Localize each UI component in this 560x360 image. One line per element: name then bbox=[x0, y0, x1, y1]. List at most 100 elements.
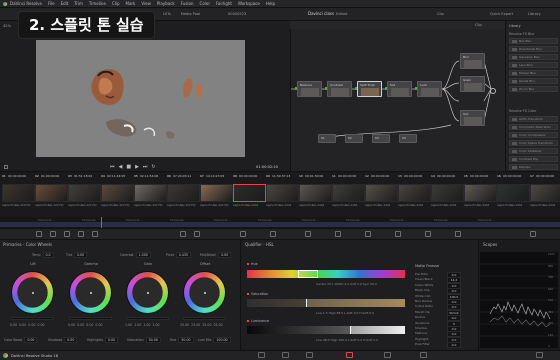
tracker-icon[interactable] bbox=[305, 231, 311, 237]
toolbar-luts[interactable]: LUTs bbox=[163, 12, 171, 16]
node-2[interactable]: Contrast bbox=[327, 81, 352, 97]
matte-finesse-row[interactable]: Blur Radius 0.0 bbox=[415, 299, 475, 305]
menu-timeline[interactable]: Timeline bbox=[89, 1, 106, 6]
small-node-3[interactable]: 03 bbox=[372, 134, 390, 143]
library-section-blur[interactable]: Resolve FX Blur bbox=[509, 32, 535, 36]
clip-thumbnail[interactable]: 16 00:00:00:00 Apple ProRes 4444 bbox=[497, 174, 530, 212]
node-5[interactable]: Look bbox=[417, 81, 442, 97]
matte-finesse-row[interactable]: Clean Black 14.2 bbox=[415, 277, 475, 284]
menu-fairlight[interactable]: Fairlight bbox=[216, 1, 232, 6]
highlights-value[interactable]: 0.00 bbox=[105, 337, 119, 343]
menu-edit[interactable]: Edit bbox=[61, 1, 69, 6]
node-8[interactable]: Out bbox=[460, 110, 485, 126]
node-6[interactable]: Blur bbox=[460, 53, 485, 69]
fx-item[interactable]: Radial Blur bbox=[509, 78, 558, 84]
gamma-wheel[interactable] bbox=[69, 271, 112, 314]
rgb-mixer-icon[interactable] bbox=[78, 231, 84, 237]
menu-trim[interactable]: Trim bbox=[74, 1, 83, 6]
clip-thumbnail[interactable]: 11 00:00:00:00 Apple ProRes 4444 bbox=[332, 174, 365, 212]
page-edit-icon[interactable] bbox=[282, 352, 289, 358]
clip-thumbnail[interactable]: 04 02:11:44:05 Apple ProRes 422 HQ bbox=[101, 174, 134, 212]
waveform-scope[interactable] bbox=[480, 252, 558, 348]
page-cut-icon[interactable] bbox=[258, 352, 265, 358]
fx-item[interactable]: Gaussian Blur bbox=[509, 54, 558, 60]
clip-thumbnail[interactable]: 08 00:00:00:00 Apple ProRes 4444 bbox=[233, 174, 266, 212]
fx-item[interactable]: Lens Blur bbox=[509, 62, 558, 68]
clip-thumbnail[interactable]: 07 14:10:23:05 Apple ProRes 422 HQ bbox=[200, 174, 233, 212]
matte-finesse-row[interactable]: Shadow 0.0 bbox=[415, 326, 475, 332]
matte-finesse-row[interactable]: Post-Filter 0.0 bbox=[415, 342, 475, 349]
temp-param[interactable]: Temp 0.0 bbox=[32, 252, 54, 258]
fx-item[interactable]: ACES Transform bbox=[509, 116, 558, 122]
clip-thumbnail[interactable]: 17 00:00:00:00 Apple ProRes 4444 bbox=[530, 174, 560, 212]
matte-finesse-row[interactable]: Clean White 0.0 bbox=[415, 282, 475, 289]
toolbar-media-pool[interactable]: Media Pool bbox=[181, 12, 200, 16]
node-3[interactable]: Split Tone bbox=[357, 81, 382, 97]
clip-thumbnail[interactable]: 10 00:01:30:00 Apple ProRes 4444 bbox=[299, 174, 332, 212]
gain-wheel[interactable] bbox=[126, 271, 169, 314]
offset-wheel[interactable] bbox=[183, 271, 226, 314]
pivot-param[interactable]: Pivot 0.435 bbox=[166, 252, 191, 258]
menu-clip[interactable]: Clip bbox=[112, 1, 120, 6]
fx-item[interactable]: Dehaze bbox=[509, 164, 558, 170]
camera-raw-icon[interactable] bbox=[36, 231, 42, 237]
sizing-icon[interactable] bbox=[425, 231, 431, 237]
menu-color[interactable]: Color bbox=[200, 1, 210, 6]
menu-fusion[interactable]: Fusion bbox=[181, 1, 194, 6]
fx-item[interactable]: Zoom Blur bbox=[509, 86, 558, 92]
library-section-color[interactable]: Resolve FX Color bbox=[509, 109, 537, 113]
timeline-track[interactable] bbox=[0, 222, 560, 227]
transport-controls-icon[interactable]: ⏮◀■▶⏭↻ bbox=[110, 164, 160, 170]
fx-item[interactable]: Color Compressor bbox=[509, 132, 558, 138]
gamma-master-slider[interactable] bbox=[69, 317, 112, 320]
node-7[interactable]: Grain bbox=[460, 76, 485, 92]
fx-item[interactable]: Mosaic Blur bbox=[509, 70, 558, 76]
page-color-icon[interactable] bbox=[346, 352, 353, 358]
lift-wheel[interactable] bbox=[11, 271, 54, 314]
node-4[interactable]: Sat bbox=[387, 81, 412, 97]
blur-icon[interactable] bbox=[365, 231, 371, 237]
node-mode-label[interactable]: Clip bbox=[475, 23, 482, 27]
matte-finesse-row[interactable]: Black Clip 0.0 bbox=[415, 288, 475, 295]
matte-param-value[interactable]: 0.0 bbox=[447, 342, 461, 349]
toolbar-quick-export[interactable]: Quick Export bbox=[490, 12, 513, 16]
menu-view[interactable]: View bbox=[141, 1, 151, 6]
matte-finesse-row[interactable]: Midtone 0.0 bbox=[415, 331, 475, 338]
viewer-settings-icon[interactable] bbox=[4, 165, 8, 169]
matte-finesse-row[interactable]: Morph Op Shrink bbox=[415, 309, 475, 316]
tint-param[interactable]: Tint 0.00 bbox=[66, 252, 88, 258]
matte-finesse-row[interactable]: Pre-Filter 0.0 bbox=[415, 272, 475, 278]
key-icon[interactable] bbox=[395, 231, 401, 237]
lum-mix-param[interactable]: Lum Mix 100.00 bbox=[198, 337, 231, 343]
shadows-value[interactable]: 0.00 bbox=[64, 337, 78, 343]
tint-value[interactable]: 0.00 bbox=[74, 252, 88, 258]
fx-item[interactable]: Color Space Transform bbox=[509, 140, 558, 146]
matte-finesse-row[interactable]: Iterations 5 bbox=[415, 320, 475, 327]
hue-value[interactable]: 50.00 bbox=[178, 337, 194, 343]
shadows-param[interactable]: Shadows 0.00 bbox=[48, 337, 78, 343]
clip-thumbnail[interactable]: 06 07:24:03:11 Apple ProRes 422 HQ bbox=[167, 174, 200, 212]
home-icon[interactable] bbox=[536, 352, 543, 358]
menu-workspace[interactable]: Workspace bbox=[238, 1, 260, 6]
page-fusion-icon[interactable] bbox=[306, 352, 313, 358]
small-node-2[interactable]: 02 bbox=[345, 134, 363, 143]
fx-item[interactable]: Box Blur bbox=[509, 38, 558, 44]
saturation-param[interactable]: Saturation 50.00 bbox=[127, 337, 161, 343]
matte-finesse-row[interactable]: In/Out Ratio 0.0 bbox=[415, 304, 475, 311]
matte-finesse-row[interactable]: Highlight 0.0 bbox=[415, 336, 475, 343]
fx-item[interactable]: Color Stabilizer bbox=[509, 148, 558, 154]
saturation-value[interactable]: 50.00 bbox=[145, 337, 161, 343]
offset-master-slider[interactable] bbox=[183, 317, 226, 320]
contrast-param[interactable]: Contrast 1.000 bbox=[120, 252, 151, 258]
fx-item[interactable]: Directional Blur bbox=[509, 46, 558, 52]
color-wheels-icon[interactable] bbox=[64, 231, 70, 237]
saturation-selection-handle[interactable] bbox=[247, 299, 307, 307]
temp-value[interactable]: 0.0 bbox=[42, 252, 54, 258]
page-deliver-icon[interactable] bbox=[420, 352, 427, 358]
motion-effects-icon[interactable] bbox=[92, 231, 98, 237]
color-match-icon[interactable] bbox=[50, 231, 56, 237]
small-node-1[interactable]: 01 bbox=[318, 134, 336, 143]
clip-thumbnail[interactable]: 02 01:00:00:00 Apple ProRes 422 HQ bbox=[35, 174, 68, 212]
node-1[interactable]: Balance bbox=[297, 81, 322, 97]
3d-icon[interactable] bbox=[455, 231, 461, 237]
